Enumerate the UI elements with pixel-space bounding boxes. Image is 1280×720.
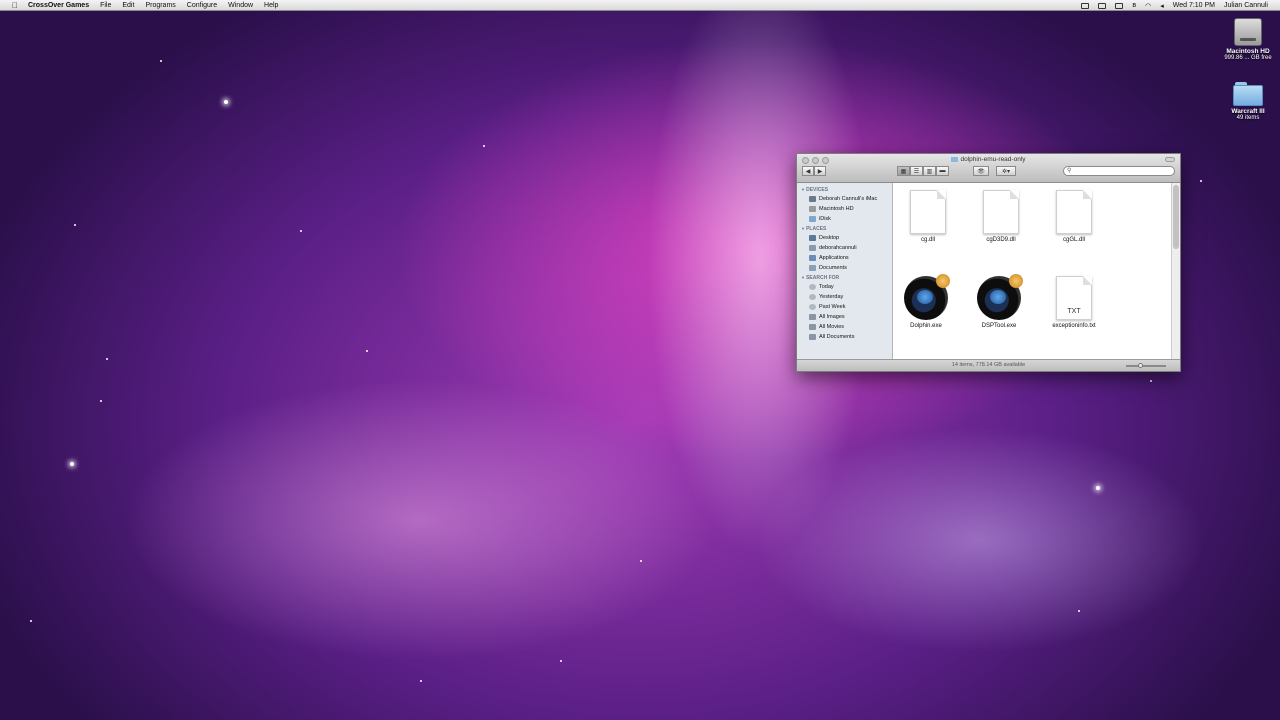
forward-button[interactable]: ▶	[814, 166, 826, 176]
clock-icon	[809, 304, 816, 310]
desktop-icon-sublabel: 49 items	[1236, 115, 1260, 121]
file-item[interactable]: cg.dll	[898, 190, 958, 243]
sidebar-item-today[interactable]: Today	[797, 282, 892, 292]
menu-help[interactable]: Help	[264, 2, 278, 9]
desktop-icon-label: Macintosh HD	[1226, 48, 1270, 55]
desktop-icon-macintosh-hd[interactable]: Macintosh HD 999.86 ... GB free	[1220, 18, 1276, 61]
volume-icon[interactable]: ◂	[1160, 2, 1164, 10]
file-item[interactable]: TXT exceptioninfo.txt	[1044, 276, 1104, 329]
file-area: cg.dll cgD3D9.dll cgGL.dll Dolphin.exe D…	[894, 183, 1172, 360]
slider-knob[interactable]	[1138, 363, 1143, 368]
desktop-icon-warcraft[interactable]: Warcraft III 49 items	[1220, 82, 1276, 121]
sidebar-item-desktop[interactable]: Desktop	[797, 233, 892, 243]
hard-drive-icon	[1234, 18, 1262, 46]
file-name: exceptioninfo.txt	[1052, 323, 1096, 329]
finder-window: dolphin-emu-read-only ◀ ▶ ▦ ☰ ▥ ▬ 👁 ✲▾ ⚲…	[796, 153, 1181, 372]
status-bar: 14 items, 778.14 GB available	[797, 359, 1180, 371]
hard-drive-icon	[809, 206, 816, 212]
menu-window[interactable]: Window	[228, 2, 253, 9]
file-item[interactable]: DSPTool.exe	[969, 274, 1029, 329]
column-view-button[interactable]: ▥	[923, 166, 936, 176]
menu-configure[interactable]: Configure	[187, 2, 217, 9]
quick-look-button[interactable]: 👁	[973, 166, 989, 176]
menu-file[interactable]: File	[100, 2, 111, 9]
status-text: 14 items, 778.14 GB available	[951, 362, 1026, 368]
text-document-icon: TXT	[1056, 276, 1092, 320]
sidebar-item-idisk[interactable]: iDisk	[797, 214, 892, 224]
document-icon	[983, 190, 1019, 234]
clock-icon	[809, 284, 816, 290]
scrollbar-thumb[interactable]	[1173, 185, 1179, 249]
documents-icon	[809, 265, 816, 271]
folder-icon	[951, 156, 959, 162]
applications-icon	[809, 255, 816, 261]
search-icon: ⚲	[1067, 168, 1072, 174]
menu-programs[interactable]: Programs	[145, 2, 175, 9]
eye-icon: 👁	[977, 168, 985, 175]
search-input[interactable]: ⚲	[1063, 166, 1175, 176]
smart-folder-icon	[809, 334, 816, 340]
file-name: cg.dll	[920, 237, 935, 243]
file-name: DSPTool.exe	[981, 323, 1017, 329]
vertical-scrollbar[interactable]	[1171, 183, 1180, 360]
file-item[interactable]: cgGL.dll	[1044, 190, 1104, 243]
menu-bar:  CrossOver Games File Edit Programs Con…	[0, 0, 1280, 11]
dsptool-app-icon	[977, 274, 1023, 320]
action-menu-button[interactable]: ✲▾	[996, 166, 1016, 176]
sidebar-item-documents[interactable]: Documents	[797, 263, 892, 273]
apple-menu-icon[interactable]: 	[10, 1, 20, 10]
sidebar: DEVICES Deborah Cannuli's iMac Macintosh…	[797, 183, 893, 360]
computer-icon	[809, 196, 816, 202]
clock-icon	[809, 294, 816, 300]
smart-folder-icon	[809, 324, 816, 330]
desktop-icon-sublabel: 999.86 ... GB free	[1224, 55, 1272, 61]
folder-icon	[1233, 82, 1263, 106]
sidebar-item-home[interactable]: deborahcannuli	[797, 243, 892, 253]
desktop-icon	[809, 235, 816, 241]
toolbar-toggle-button[interactable]	[1165, 157, 1175, 162]
sidebar-item-past-week[interactable]: Past Week	[797, 302, 892, 312]
icon-view-button[interactable]: ▦	[897, 166, 910, 176]
file-name: cgGL.dll	[1062, 237, 1085, 243]
back-button[interactable]: ◀	[802, 166, 814, 176]
sidebar-item-all-images[interactable]: All Images	[797, 312, 892, 322]
sidebar-item-applications[interactable]: Applications	[797, 253, 892, 263]
wifi-icon[interactable]: ◠	[1145, 2, 1151, 10]
display-icon[interactable]	[1098, 2, 1107, 9]
document-icon	[1056, 190, 1092, 234]
battery-icon[interactable]	[1115, 2, 1124, 9]
sidebar-item-macintosh-hd[interactable]: Macintosh HD	[797, 204, 892, 214]
idisk-icon	[809, 216, 816, 222]
sidebar-item-imac[interactable]: Deborah Cannuli's iMac	[797, 194, 892, 204]
sidebar-item-all-documents[interactable]: All Documents	[797, 332, 892, 342]
sidebar-header-devices[interactable]: DEVICES	[801, 187, 892, 193]
file-item[interactable]: cgD3D9.dll	[971, 190, 1031, 243]
gear-icon: ✲▾	[1001, 168, 1011, 175]
desktop-icon-label: Warcraft III	[1231, 108, 1265, 115]
window-title: dolphin-emu-read-only	[797, 156, 1180, 163]
coverflow-view-button[interactable]: ▬	[936, 166, 949, 176]
bluetooth-icon[interactable]: ʙ	[1132, 2, 1136, 9]
menu-app-name[interactable]: CrossOver Games	[28, 2, 89, 9]
sidebar-item-all-movies[interactable]: All Movies	[797, 322, 892, 332]
sidebar-header-places[interactable]: PLACES	[801, 226, 892, 232]
file-name: Dolphin.exe	[910, 323, 942, 329]
title-bar[interactable]: dolphin-emu-read-only ◀ ▶ ▦ ☰ ▥ ▬ 👁 ✲▾ ⚲	[797, 154, 1180, 183]
icon-size-slider[interactable]	[1126, 363, 1166, 368]
file-name: cgD3D9.dll	[986, 237, 1016, 243]
list-view-button[interactable]: ☰	[910, 166, 923, 176]
home-icon	[809, 245, 816, 251]
user-name[interactable]: Julian Cannuli	[1224, 2, 1268, 9]
screen-record-icon[interactable]	[1081, 2, 1090, 9]
menu-edit[interactable]: Edit	[122, 2, 134, 9]
document-icon	[910, 190, 946, 234]
sidebar-header-search-for[interactable]: SEARCH FOR	[801, 275, 892, 281]
clock[interactable]: Wed 7:10 PM	[1173, 2, 1215, 9]
smart-folder-icon	[809, 314, 816, 320]
sidebar-item-yesterday[interactable]: Yesterday	[797, 292, 892, 302]
dolphin-app-icon	[904, 274, 950, 320]
file-item[interactable]: Dolphin.exe	[896, 274, 956, 329]
